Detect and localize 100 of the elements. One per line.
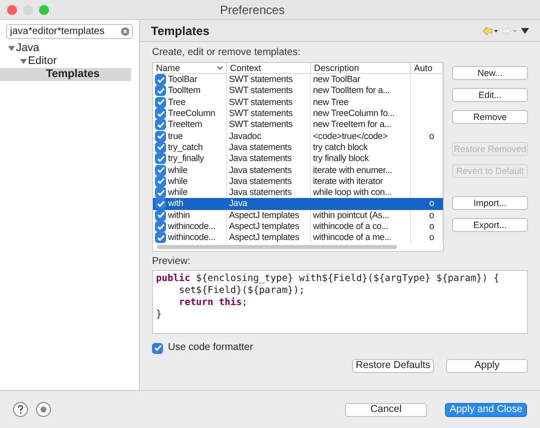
table-cell: ToolBar <box>168 74 198 86</box>
record-icon[interactable] <box>36 402 51 417</box>
checkbox[interactable] <box>155 142 166 153</box>
table-cell: <code>true</code> <box>313 130 388 142</box>
table-row[interactable]: while Java statements iterate with iterator <box>153 176 443 187</box>
table-cell: AspectJ templates <box>229 210 300 221</box>
code-line: public ${enclosing_type} with${Field}(${argType} ${param}) { <box>156 273 500 286</box>
table-cell: SWT statements <box>229 96 293 108</box>
table-cell: try_catch <box>168 142 203 153</box>
chevron-down-icon <box>217 66 223 70</box>
checkbox[interactable] <box>155 210 166 221</box>
table-cell: true <box>168 130 183 142</box>
table-cell: iterate with iterator <box>313 176 383 187</box>
close-window-icon[interactable] <box>7 4 17 14</box>
column-header[interactable]: Name <box>156 62 180 74</box>
table-row[interactable]: try_finally Java statements try finally block <box>153 153 443 164</box>
side-button[interactable]: Remove <box>452 110 528 124</box>
table-row[interactable]: try_catch Java statements try catch block <box>153 142 443 154</box>
code-line: set${Field}(${param}); <box>178 285 306 297</box>
table-cell: SWT statements <box>229 85 293 96</box>
table-cell: o <box>429 221 434 232</box>
code-line: } <box>156 309 163 322</box>
table-cell: within <box>168 210 190 221</box>
checkbox[interactable] <box>155 153 166 164</box>
table-cell: Java statements <box>229 164 292 176</box>
table-cell: try_finally <box>168 153 204 164</box>
table-cell: withincode of a co... <box>313 221 388 232</box>
table-row[interactable]: withincode... AspectJ templates withincode of a co... o <box>153 220 443 232</box>
table-cell: o <box>429 198 434 210</box>
checkbox[interactable] <box>155 187 166 198</box>
table-cell: new ToolBar <box>313 74 360 86</box>
table-cell: while <box>168 164 188 176</box>
column-header[interactable]: Auto <box>414 62 433 74</box>
checkbox[interactable] <box>152 342 163 354</box>
table-cell: within pointcut (As... <box>313 210 390 221</box>
table-cell: new TreeColumn fo... <box>313 108 395 120</box>
table-cell: AspectJ templates <box>229 232 300 244</box>
table-cell: new ToolItem for a... <box>313 85 390 96</box>
table-row[interactable]: within AspectJ templates within pointcut (As... o <box>153 210 443 221</box>
checkbox[interactable] <box>155 232 166 244</box>
dialog-button[interactable]: Cancel <box>345 402 427 416</box>
page-title: Templates <box>151 22 210 40</box>
table-cell: new Tree <box>313 96 348 108</box>
table-row[interactable]: with Java o <box>153 198 443 210</box>
table-cell: AspectJ templates <box>229 221 300 232</box>
table-row[interactable]: TreeItem SWT statements new TreeItem for a... <box>153 119 443 130</box>
table-cell: o <box>429 232 434 244</box>
side-button[interactable]: New... <box>452 66 528 80</box>
table-row[interactable]: TreeColumn SWT statements new TreeColumn fo... <box>153 108 443 120</box>
dialog-button[interactable]: Apply and Close <box>445 402 527 416</box>
table-cell: try catch block <box>313 142 368 153</box>
table-cell: Javadoc <box>229 130 262 142</box>
table-cell: Java statements <box>229 153 292 164</box>
table-row[interactable]: ToolBar SWT statements new ToolBar <box>153 74 443 86</box>
table-row[interactable]: Tree SWT statements new Tree <box>153 96 443 108</box>
table-row[interactable]: while Java statements iterate with enumer... <box>153 164 443 176</box>
checkbox[interactable] <box>155 176 166 187</box>
side-button[interactable]: Edit... <box>452 88 528 102</box>
table-cell: Java statements <box>229 176 292 187</box>
column-header[interactable]: Context <box>230 62 262 74</box>
table-cell: Tree <box>168 96 186 108</box>
horizontal-scrollbar[interactable] <box>157 245 397 250</box>
page-button[interactable]: Apply <box>446 359 528 374</box>
table-cell: SWT statements <box>229 108 293 120</box>
checkbox[interactable] <box>155 74 166 86</box>
preview-label: Preview: <box>152 256 192 268</box>
table-cell: withincode... <box>168 232 216 244</box>
page-button[interactable]: Restore Defaults <box>352 359 434 374</box>
table-cell: Java <box>229 198 248 210</box>
table-cell: while <box>168 187 188 198</box>
table-cell: while <box>168 176 188 187</box>
table-cell: Java statements <box>229 142 292 153</box>
checkbox[interactable] <box>155 130 166 142</box>
checkbox[interactable] <box>155 85 166 96</box>
back-arrow-icon[interactable] <box>483 26 499 34</box>
checkbox[interactable] <box>155 119 166 130</box>
table-cell: withincode of a me... <box>313 232 392 244</box>
table-row[interactable]: ToolItem SWT statements new ToolItem for a... <box>153 85 443 97</box>
checkbox[interactable] <box>155 221 166 232</box>
table-cell: new TreeItem for a... <box>313 119 392 130</box>
checkbox[interactable] <box>155 198 166 210</box>
checkbox[interactable] <box>155 164 166 176</box>
column-header[interactable]: Description <box>314 62 360 74</box>
table-row[interactable]: withincode... AspectJ templates withincode of a me... o <box>153 232 443 244</box>
disclosure-triangle-icon[interactable] <box>20 58 27 65</box>
table-cell: with <box>168 198 184 210</box>
table-cell: SWT statements <box>229 119 293 130</box>
table-row[interactable]: true Javadoc <code>true</code> o <box>153 130 443 142</box>
table-cell: TreeItem <box>168 119 202 130</box>
clear-icon[interactable] <box>120 27 129 36</box>
window-title: Preferences <box>220 2 285 18</box>
side-button[interactable]: Export... <box>452 218 528 232</box>
table-cell: o <box>429 130 434 142</box>
menu-icon[interactable] <box>521 28 529 34</box>
checkbox[interactable] <box>155 108 166 120</box>
checkbox[interactable] <box>155 96 166 108</box>
table-cell: while loop with con... <box>313 187 392 198</box>
disclosure-triangle-icon[interactable] <box>8 45 15 52</box>
help-icon[interactable] <box>13 402 28 417</box>
side-button[interactable]: Import... <box>452 196 528 210</box>
